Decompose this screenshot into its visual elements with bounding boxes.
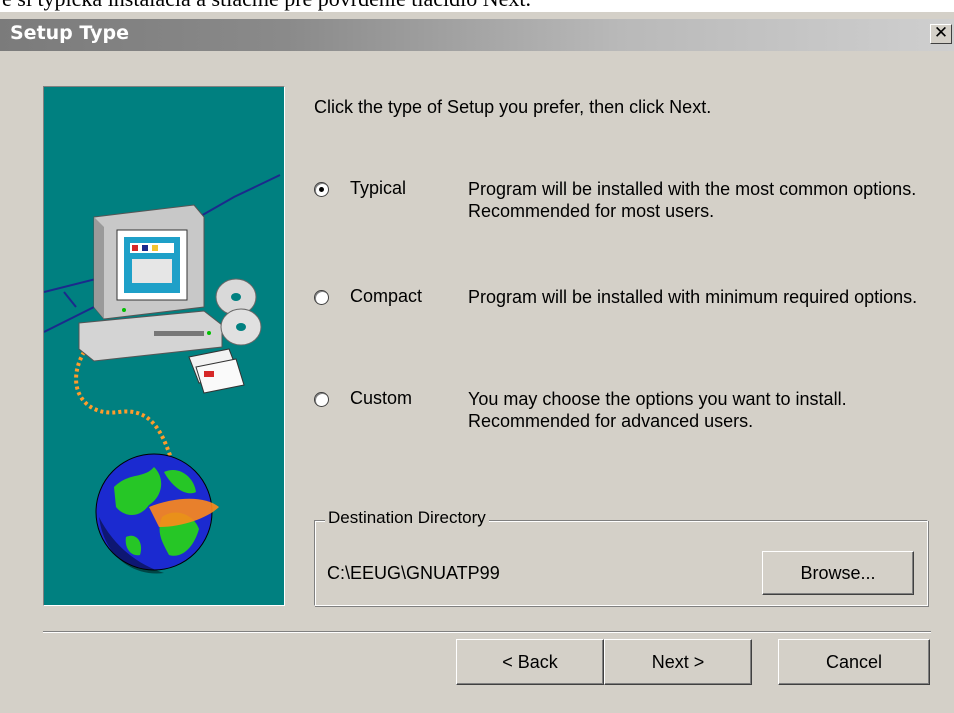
- custom-label[interactable]: Custom: [350, 388, 412, 409]
- compact-radio[interactable]: [314, 290, 329, 305]
- destination-directory-legend: Destination Directory: [325, 508, 489, 528]
- cancel-button[interactable]: Cancel: [778, 639, 930, 685]
- destination-directory-group: Destination Directory C:\EEUG\GNUATP99 B…: [314, 508, 928, 606]
- compact-label[interactable]: Compact: [350, 286, 422, 307]
- computer-globe-icon: [43, 174, 281, 574]
- compact-description: Program will be installed with minimum r…: [468, 287, 918, 307]
- custom-radio[interactable]: [314, 392, 329, 407]
- custom-description: You may choose the options you want to i…: [468, 389, 847, 431]
- browse-button[interactable]: Browse...: [762, 551, 914, 595]
- typical-label[interactable]: Typical: [350, 178, 406, 199]
- setup-type-dialog: Setup Type ✕ Click the type of Setup you…: [0, 12, 954, 713]
- destination-path: C:\EEUG\GNUATP99: [327, 563, 500, 583]
- window-title: Setup Type: [10, 22, 129, 44]
- button-separator: [43, 631, 931, 633]
- next-button[interactable]: Next >: [604, 639, 752, 685]
- setup-prompt: Click the type of Setup you prefer, then…: [314, 97, 712, 117]
- close-button[interactable]: ✕: [930, 24, 952, 44]
- close-icon: ✕: [933, 23, 949, 43]
- typical-radio[interactable]: [314, 182, 329, 197]
- back-button[interactable]: < Back: [456, 639, 604, 685]
- typical-description: Program will be installed with the most …: [468, 179, 917, 221]
- setup-illustration: [43, 86, 285, 606]
- radio-selected-dot: [319, 187, 324, 192]
- document-text: e si typická inštalácia a stlačme pre po…: [2, 0, 531, 11]
- title-bar[interactable]: Setup Type ✕: [0, 19, 954, 51]
